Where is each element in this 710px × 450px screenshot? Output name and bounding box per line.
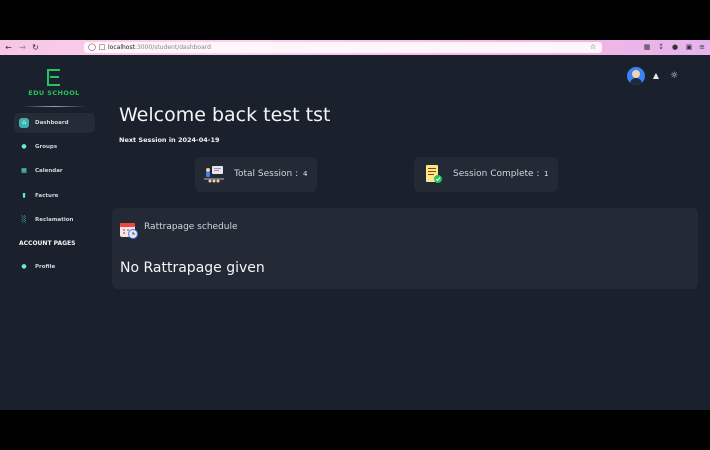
brand-name: EDU SCHOOL <box>28 89 80 97</box>
reload-icon[interactable]: ↻ <box>30 42 41 53</box>
sun-icon[interactable]: ☼ <box>668 70 680 82</box>
sidebar-item-profile[interactable]: ● Profile <box>14 257 95 277</box>
sidebar-item-label: Reclamation <box>35 217 74 223</box>
person-icon: ● <box>21 263 27 270</box>
stat-label: Total Session : <box>234 169 299 179</box>
users-icon: ● <box>21 143 27 150</box>
sidebar-item-facture[interactable]: ▮ Facture <box>14 186 95 206</box>
sidebar-item-groups[interactable]: ● Groups <box>14 137 95 157</box>
shield-icon: ◯ <box>88 43 96 51</box>
sidebar-item-label: Facture <box>35 193 59 199</box>
arrow-left-icon[interactable]: ← <box>3 42 14 53</box>
stat-card-total-session: Total Session : 4 <box>195 157 317 192</box>
sidebar-item-label: Groups <box>35 144 58 150</box>
account-icon[interactable]: ● <box>670 42 680 53</box>
extensions-icon[interactable]: ▣ <box>684 42 694 53</box>
sidebar-item-label: Calendar <box>35 168 63 174</box>
menu-icon[interactable]: ≡ <box>697 42 707 53</box>
calendar-icon: ▦ <box>21 167 27 174</box>
stat-card-session-complete: Session Complete : 1 <box>414 157 558 192</box>
reader-icon[interactable]: ▦ <box>642 42 652 53</box>
stat-label: Session Complete : <box>453 169 540 179</box>
document-icon: ▮ <box>22 192 26 199</box>
arrow-right-icon[interactable]: → <box>17 42 28 53</box>
sidebar-divider <box>22 106 86 107</box>
sidebar-item-label: Profile <box>35 264 56 270</box>
sidebar-item-reclamation[interactable]: ░ Reclamation <box>14 210 95 230</box>
brand-logo[interactable]: EDU SCHOOL <box>24 69 84 99</box>
presentation-icon <box>204 166 224 183</box>
sidebar-item-label: Dashboard <box>35 120 69 126</box>
bell-icon[interactable]: ▲ <box>651 70 661 82</box>
screen: ← → ↻ ◯ □ localhost:3000/student/dashboa… <box>0 0 710 450</box>
page-icon: □ <box>98 43 106 51</box>
sidebar-item-dashboard[interactable]: ⌂ Dashboard <box>14 113 95 133</box>
logo-mark-icon <box>47 69 60 86</box>
avatar-icon[interactable] <box>627 67 645 85</box>
next-session-text: Next Session in 2024-04-19 <box>119 136 220 144</box>
download-icon[interactable]: ↧ <box>656 42 666 53</box>
rattrapage-empty-message: No Rattrapage given <box>120 260 265 276</box>
chart-icon: ░ <box>21 216 27 223</box>
rattrapage-panel: Rattrapage schedule No Rattrapage given <box>112 208 698 289</box>
page-title: Welcome back test tst <box>119 104 331 126</box>
stat-value: 1 <box>544 170 549 178</box>
url-text: localhost:3000/student/dashboard <box>108 44 211 51</box>
checklist-icon <box>426 165 442 183</box>
rattrapage-title: Rattrapage schedule <box>144 222 238 232</box>
account-pages-heading: ACCOUNT PAGES <box>19 240 76 247</box>
star-icon[interactable]: ☆ <box>588 42 598 53</box>
stat-value: 4 <box>303 170 308 178</box>
browser-toolbar: ← → ↻ ◯ □ localhost:3000/student/dashboa… <box>0 40 710 55</box>
app-root: EDU SCHOOL ⌂ Dashboard ● Groups ▦ Calend… <box>0 55 710 410</box>
calendar-clock-icon <box>120 223 138 239</box>
address-bar[interactable]: ◯ □ localhost:3000/student/dashboard ☆ <box>84 42 602 53</box>
sidebar: EDU SCHOOL ⌂ Dashboard ● Groups ▦ Calend… <box>0 55 104 410</box>
sidebar-item-calendar[interactable]: ▦ Calendar <box>14 161 95 181</box>
home-icon: ⌂ <box>19 118 29 128</box>
